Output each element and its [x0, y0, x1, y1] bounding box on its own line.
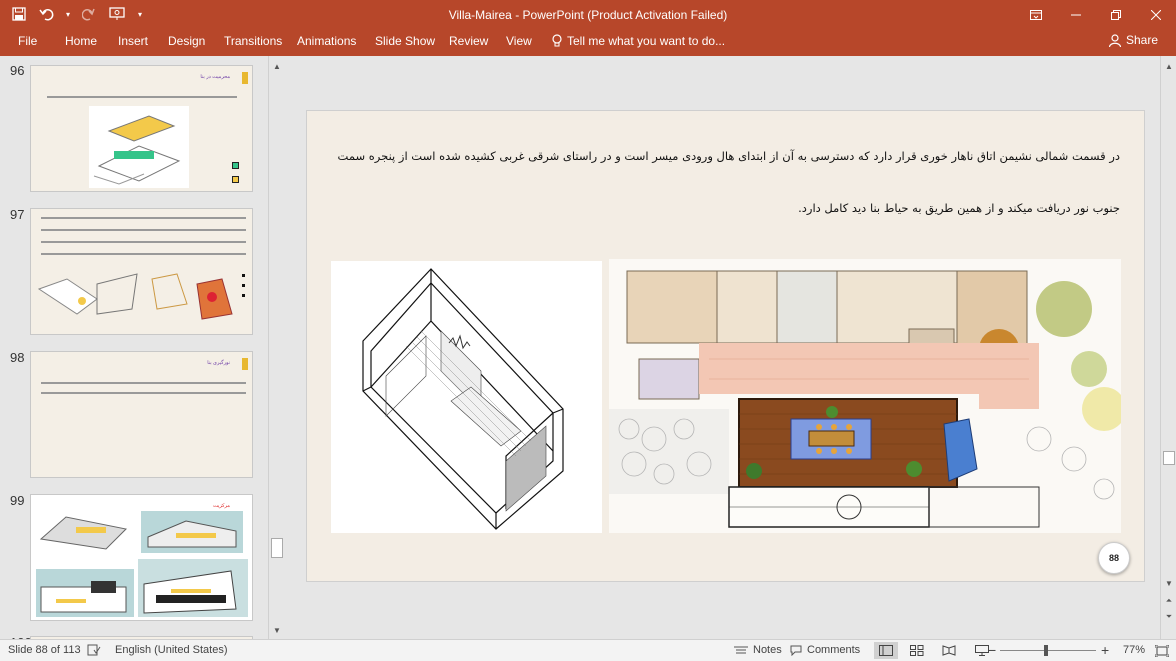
tab-transitions[interactable]: Transitions	[224, 34, 282, 48]
zoom-level[interactable]: 77%	[1123, 644, 1145, 656]
tab-home[interactable]: Home	[65, 34, 97, 48]
slide-text-line-2[interactable]: جنوب نور دریافت میکند و از همین طریق به …	[320, 201, 1120, 215]
undo-dropdown-icon[interactable]: ▾	[64, 4, 72, 24]
tab-view[interactable]: View	[506, 34, 532, 48]
next-slide-icon[interactable]: ⏷	[1161, 609, 1176, 625]
tab-animations[interactable]: Animations	[297, 34, 356, 48]
thumbnail-slide-97[interactable]	[30, 208, 253, 335]
ribbon-display-options-icon[interactable]	[1016, 0, 1056, 29]
scrollbar-thumb[interactable]	[271, 538, 283, 558]
text-line	[41, 392, 246, 394]
text-line	[41, 217, 246, 219]
current-slide[interactable]: در قسمت شمالی نشیمن اتاق ناهار خوری قرار…	[306, 110, 1145, 582]
thumbnail-slide-99[interactable]: مرکزیت	[30, 494, 253, 621]
title-marker	[242, 72, 248, 84]
thumbnail-number: 98	[10, 350, 25, 365]
thumbnail-slide-98[interactable]: نورگیری بنا	[30, 351, 253, 478]
tab-insert[interactable]: Insert	[118, 34, 148, 48]
share-button[interactable]: Share	[1108, 33, 1158, 47]
slide-thumbnail-pane: 96 محرمیت در بنا 97 98 نورگیری بنا 99 مر…	[0, 56, 286, 639]
floor-plan-image[interactable]	[609, 259, 1121, 533]
tab-slide-show[interactable]: Slide Show	[375, 34, 435, 48]
page-number-badge: 88	[1098, 542, 1130, 574]
text-line	[41, 253, 246, 255]
scroll-down-arrow-icon[interactable]: ▼	[269, 622, 285, 638]
scroll-up-arrow-icon[interactable]: ▲	[1161, 58, 1176, 74]
previous-slide-icon[interactable]: ⏶	[1161, 593, 1176, 609]
scroll-down-arrow-icon[interactable]: ▼	[1161, 575, 1176, 591]
redo-icon[interactable]	[78, 4, 100, 24]
language-indicator[interactable]: English (United States)	[115, 644, 228, 656]
thumbnail-number: 97	[10, 207, 25, 222]
thumbnail-scrollbar[interactable]: ▲ ▼	[268, 56, 286, 639]
thumbnail-slide-96[interactable]: محرمیت در بنا	[30, 65, 253, 192]
spell-check-icon[interactable]	[87, 644, 101, 656]
thumbnail-drawing	[37, 273, 245, 320]
normal-view-icon[interactable]	[874, 642, 898, 659]
thumbnail-drawing	[36, 509, 248, 617]
slide-sorter-view-icon[interactable]	[905, 642, 929, 659]
notes-button[interactable]: Notes	[734, 644, 782, 656]
status-bar: Slide 88 of 113 English (United States) …	[0, 639, 1176, 661]
legend-swatch	[232, 162, 239, 169]
title-marker	[242, 358, 248, 370]
text-line	[41, 382, 246, 384]
text-line	[47, 96, 237, 98]
scrollbar-thumb[interactable]	[1163, 451, 1175, 465]
share-label: Share	[1125, 33, 1158, 47]
window-controls	[1016, 0, 1176, 29]
title-bar: ▾ ▾ Villa-Mairea - PowerPoint (Product A…	[0, 0, 1176, 29]
legend-swatch	[232, 176, 239, 183]
text-line	[41, 241, 246, 243]
thumbnail-drawing	[89, 106, 189, 188]
zoom-slider-thumb[interactable]	[1044, 645, 1048, 656]
slide-scrollbar[interactable]: ▲ ▼ ⏶ ⏷	[1160, 56, 1176, 639]
window-title: Villa-Mairea - PowerPoint (Product Activ…	[448, 8, 728, 22]
tell-me-label: Tell me what you want to do...	[567, 34, 726, 48]
thumbnail-number: 99	[10, 493, 25, 508]
minimize-icon[interactable]	[1056, 0, 1096, 29]
reading-view-icon[interactable]	[937, 642, 961, 659]
scroll-up-arrow-icon[interactable]: ▲	[269, 58, 285, 74]
slide-editing-area: در قسمت شمالی نشیمن اتاق ناهار خوری قرار…	[287, 56, 1160, 639]
slide-text-line-1[interactable]: در قسمت شمالی نشیمن اتاق ناهار خوری قرار…	[320, 149, 1120, 163]
customize-qat-icon[interactable]: ▾	[134, 4, 146, 24]
fit-to-window-icon[interactable]	[1150, 642, 1174, 659]
person-icon	[1108, 33, 1121, 47]
thumbnail-title: محرمیت در بنا	[200, 74, 230, 80]
text-line	[41, 229, 246, 231]
thumbnail-number: 96	[10, 63, 25, 78]
restore-icon[interactable]	[1096, 0, 1136, 29]
comment-icon	[790, 645, 802, 656]
tab-design[interactable]: Design	[168, 34, 205, 48]
comments-label: Comments	[807, 644, 861, 656]
thumbnail-title: نورگیری بنا	[207, 360, 230, 366]
tell-me-box[interactable]: Tell me what you want to do...	[552, 34, 725, 48]
quick-access-toolbar: ▾ ▾	[8, 4, 146, 24]
close-icon[interactable]	[1136, 0, 1176, 29]
zoom-in-icon[interactable]: +	[1101, 642, 1109, 658]
tab-review[interactable]: Review	[449, 34, 488, 48]
lightbulb-icon	[552, 34, 562, 47]
slide-counter: Slide 88 of 113	[8, 644, 81, 656]
notes-icon	[734, 646, 748, 654]
ribbon-tabs: File Home Insert Design Transitions Anim…	[0, 29, 1176, 56]
zoom-out-icon[interactable]: −	[988, 642, 996, 658]
zoom-slider-track[interactable]	[1000, 650, 1096, 651]
save-icon[interactable]	[8, 4, 30, 24]
tab-file[interactable]: File	[18, 34, 37, 48]
comments-button[interactable]: Comments	[790, 644, 860, 656]
axonometric-drawing-image[interactable]	[331, 261, 602, 533]
undo-icon[interactable]	[36, 4, 58, 24]
present-from-start-icon[interactable]	[106, 4, 128, 24]
notes-label: Notes	[753, 644, 782, 656]
